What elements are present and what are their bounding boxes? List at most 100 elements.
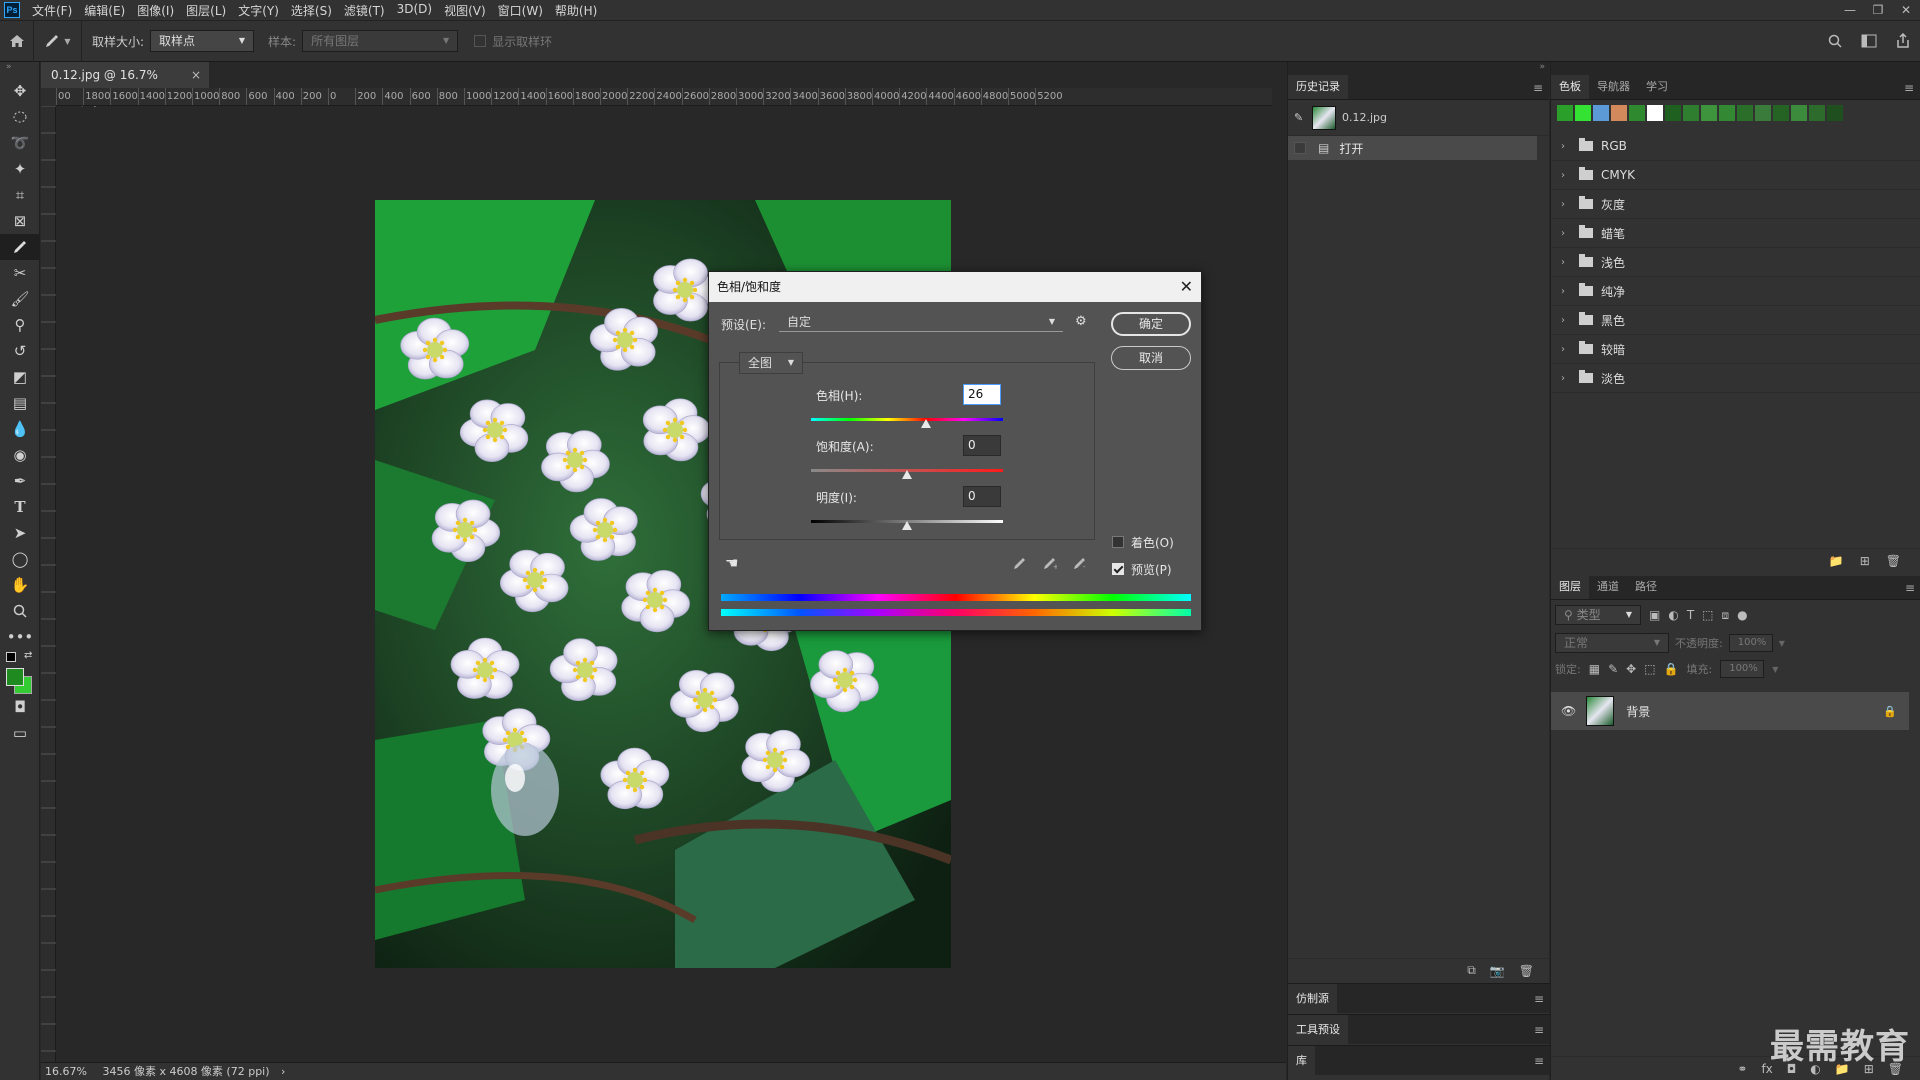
menu-item-9[interactable]: 窗口(W) [492,2,549,19]
zoom-tool-icon[interactable] [0,598,40,624]
menu-item-3[interactable]: 图层(L) [180,2,232,19]
zoom-level[interactable]: 16.67% [45,1065,87,1078]
chevron-down-icon[interactable]: ▼ [1779,639,1785,648]
targeted-adjustment-hand-icon[interactable]: ☚ [725,554,738,572]
chevron-right-icon[interactable]: › [1561,170,1571,181]
swatch-color[interactable] [1719,105,1735,121]
new-document-from-state-icon[interactable]: ⧉ [1467,963,1476,978]
swatch-group-item[interactable]: › RGB [1551,132,1920,161]
filter-type-icon[interactable]: T [1687,608,1694,622]
gradient-tool-icon[interactable]: ▤ [0,390,40,416]
visibility-eye-icon[interactable]: 👁 [1561,704,1576,718]
new-group-icon[interactable]: 📁 [1829,554,1844,568]
tab-layers-1[interactable]: 通道 [1589,575,1627,599]
filter-shape-icon[interactable]: ⬚ [1702,608,1713,622]
swatch-color[interactable] [1593,105,1609,121]
crop-tool-icon[interactable]: ⌗ [0,182,40,208]
dialog-close-icon[interactable]: ✕ [1180,272,1193,302]
menu-item-6[interactable]: 滤镜(T) [338,2,391,19]
tab-clone-source[interactable]: 仿制源 [1288,984,1337,1014]
filter-pixel-icon[interactable]: ▣ [1649,608,1660,622]
tab-layers-0[interactable]: 图层 [1551,575,1589,599]
lock-all-icon[interactable]: 🔒 [1664,662,1679,676]
opacity-input[interactable]: 100% [1728,634,1773,652]
chevron-right-icon[interactable]: › [1561,141,1571,152]
swatch-color[interactable] [1629,105,1645,121]
clone-stamp-tool-icon[interactable]: ⚲ [0,312,40,338]
hue-slider-track[interactable] [811,418,1003,421]
ok-button[interactable]: 确定 [1111,312,1191,336]
clone-source-panel[interactable]: 仿制源 ≡ [1288,983,1550,1014]
lock-transparent-icon[interactable]: ▦ [1589,662,1600,676]
swatch-group-item[interactable]: › CMYK [1551,161,1920,190]
restore-button[interactable]: ❐ [1864,0,1892,20]
document-tab[interactable]: 0.12.jpg @ 16.7%(RGB/8) × [41,62,209,108]
panel-menu-icon[interactable]: ≡ [1534,1023,1544,1037]
blend-mode-select[interactable]: 正常 ▼ [1555,633,1669,653]
menu-item-2[interactable]: 图像(I) [131,2,180,19]
tool-presets-panel[interactable]: 工具预设 ≡ [1288,1014,1550,1045]
ellipse-marquee-tool-icon[interactable] [0,104,40,130]
tab-library[interactable]: 库 [1288,1046,1315,1076]
lasso-tool-icon[interactable]: ➰ [0,130,40,156]
chevron-right-icon[interactable]: › [1561,199,1571,210]
swatch-group-item[interactable]: › 黑色 [1551,306,1920,335]
chevron-right-icon[interactable]: › [1561,344,1571,355]
filter-toggle-icon[interactable]: ● [1737,608,1747,622]
lightness-slider-thumb[interactable] [902,521,912,530]
share-icon[interactable] [1886,32,1920,52]
sample-size-select[interactable]: 取样点 ▼ [150,30,255,52]
menu-item-8[interactable]: 视图(V) [438,2,492,19]
swatch-group-item[interactable]: › 灰度 [1551,190,1920,219]
layer-lock-icon[interactable]: 🔒 [1883,705,1897,718]
history-brush-tool-icon[interactable]: ↺ [0,338,40,364]
chevron-right-icon[interactable]: › [1561,257,1571,268]
saturation-input[interactable]: 0 [963,435,1001,456]
foreground-color-swatch[interactable] [6,668,24,686]
new-swatch-icon[interactable]: ⊞ [1860,554,1870,568]
swatch-color[interactable] [1773,105,1789,121]
history-step[interactable]: ▤ 打开 [1288,136,1537,160]
history-brush-source-icon[interactable]: ✎ [1294,111,1312,124]
saturation-slider-thumb[interactable] [902,470,912,479]
eyedropper-plus-icon[interactable]: + [1043,556,1059,573]
swatch-color[interactable] [1683,105,1699,121]
panel-menu-icon[interactable]: ≡ [1534,1054,1544,1068]
lock-position-icon[interactable]: ✥ [1626,662,1636,676]
colorize-checkbox[interactable] [1112,536,1124,548]
eyedropper-tool-icon[interactable] [0,234,40,260]
info-menu-icon[interactable]: › [281,1065,285,1078]
filter-adjustment-icon[interactable]: ◐ [1668,608,1678,622]
panel-menu-icon[interactable]: ≡ [1533,76,1543,100]
chevron-right-icon[interactable]: › [1561,373,1571,384]
hand-tool-icon[interactable]: ✋ [0,572,40,598]
preset-select[interactable]: 自定 ▼ [779,312,1063,332]
eyedropper-minus-icon[interactable]: - [1073,556,1087,573]
menu-item-0[interactable]: 文件(F) [26,2,78,19]
healing-brush-tool-icon[interactable]: ✂ [0,260,40,286]
swatch-color[interactable] [1809,105,1825,121]
lock-artboard-icon[interactable]: ⬚ [1644,662,1655,676]
history-snapshot[interactable]: ✎ 0.12.jpg [1288,100,1549,136]
dodge-tool-icon[interactable]: ◉ [0,442,40,468]
lock-image-icon[interactable]: ✎ [1608,662,1618,676]
swatch-color[interactable] [1647,105,1663,121]
swatch-group-item[interactable]: › 较暗 [1551,335,1920,364]
move-tool-icon[interactable]: ✥ [0,78,40,104]
magic-wand-tool-icon[interactable]: ✦ [0,156,40,182]
delete-state-icon[interactable]: 🗑 [1519,964,1534,978]
chevron-right-icon[interactable]: › [1561,228,1571,239]
menu-item-4[interactable]: 文字(Y) [232,2,285,19]
brush-tool-icon[interactable]: 🖌 [0,286,40,312]
minimize-button[interactable]: — [1836,0,1864,20]
close-tab-icon[interactable]: × [191,62,201,88]
fill-input[interactable]: 100% [1720,660,1765,678]
panel-menu-icon[interactable]: ≡ [1534,992,1544,1006]
delete-swatch-icon[interactable]: 🗑 [1886,554,1901,568]
history-step-checkbox[interactable] [1294,142,1306,154]
tab-swatches-0[interactable]: 色板 [1551,75,1589,99]
ellipse-tool-icon[interactable]: ◯ [0,546,40,572]
swatch-group-item[interactable]: › 纯净 [1551,277,1920,306]
swatch-color[interactable] [1611,105,1627,121]
chevron-down-icon[interactable]: ▼ [1772,665,1778,674]
